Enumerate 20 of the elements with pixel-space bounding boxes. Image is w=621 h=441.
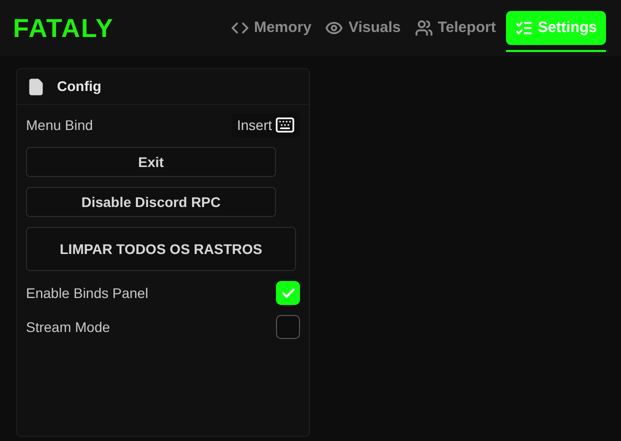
nav-tab[interactable]: Teleport: [410, 11, 500, 45]
file-icon: [27, 78, 45, 96]
checklist-icon: [514, 19, 533, 37]
action-button[interactable]: LIMPAR TODOS OS RASTROS: [26, 227, 296, 271]
users-icon: [414, 19, 433, 37]
app-logo: FATALY: [13, 12, 114, 44]
setting-label: Enable Binds Panel: [26, 284, 148, 302]
panel-title: Config: [57, 77, 102, 96]
nav-tab[interactable]: Memory: [226, 11, 316, 45]
setting-label: Stream Mode: [26, 318, 110, 336]
action-button[interactable]: Exit: [26, 147, 276, 177]
checkbox[interactable]: [276, 281, 300, 305]
keybind-button[interactable]: Insert: [232, 113, 300, 137]
action-button[interactable]: Disable Discord RPC: [26, 187, 276, 217]
eye-icon: [325, 19, 344, 37]
keyboard-icon: [275, 115, 295, 135]
checkbox[interactable]: [276, 315, 300, 339]
check-icon: [280, 286, 296, 300]
setting-label: Menu Bind: [26, 116, 93, 134]
nav-tab[interactable]: Visuals: [321, 11, 405, 45]
